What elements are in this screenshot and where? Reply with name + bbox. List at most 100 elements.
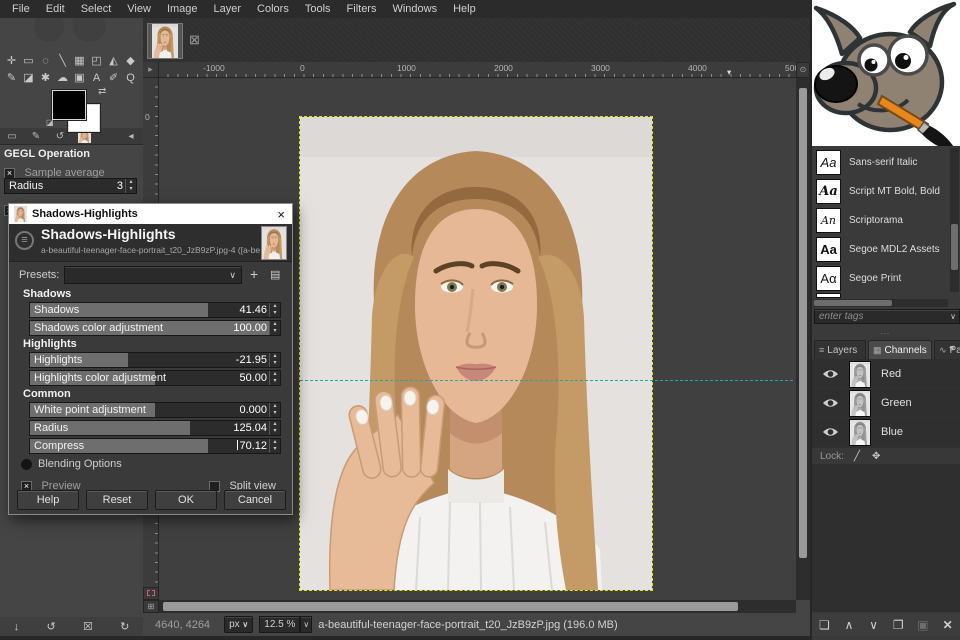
lower-channel-icon[interactable]: ∨ — [862, 618, 886, 632]
channel-to-selection-icon[interactable]: ▣ — [911, 618, 935, 632]
zoom-fit-button[interactable]: ⊙ — [796, 62, 810, 78]
canvas-image[interactable] — [300, 117, 652, 590]
lock-pixels-icon[interactable]: ╱ — [854, 451, 860, 462]
channel-row-red[interactable]: Red — [812, 360, 960, 389]
close-icon[interactable]: × — [277, 207, 285, 222]
navigation-button[interactable]: ⊞ — [143, 600, 159, 613]
font-list-item[interactable]: An Scriptorama — [814, 206, 950, 235]
font-list-item[interactable]: Aa Segoe MDL2 Assets — [814, 235, 950, 264]
tab-layers[interactable]: ≡ Layers — [814, 340, 866, 359]
horizontal-scrollbar-thumb[interactable] — [163, 602, 738, 611]
menu-image[interactable]: Image — [159, 0, 206, 18]
spinner-arrows[interactable]: ▴▾ — [269, 321, 280, 335]
fonts-vertical-scrollbar[interactable] — [950, 148, 959, 292]
blending-options-expander[interactable]: Blending Options — [21, 458, 122, 470]
menu-help[interactable]: Help — [445, 0, 484, 18]
spinner-arrows[interactable]: ▴▾ — [269, 303, 280, 317]
bucket-fill-tool[interactable]: ◆ — [122, 52, 139, 69]
smudge-tool[interactable]: ☁ — [54, 69, 71, 86]
menu-colors[interactable]: Colors — [249, 0, 297, 18]
shadows-slider[interactable]: Shadows 41.46 ▴▾ — [29, 302, 281, 318]
menu-tools[interactable]: Tools — [297, 0, 339, 18]
compress-slider[interactable]: Compress 70.12 ▴▾ — [29, 438, 281, 454]
horizontal-ruler[interactable]: -1000 0 1000 2000 3000 4000 5000 ▾ — [159, 62, 796, 78]
new-channel-icon[interactable]: ❏ — [812, 618, 836, 632]
clone-tool[interactable]: ▣ — [71, 69, 88, 86]
default-colors-icon[interactable]: ◪ — [46, 118, 54, 127]
paintbrush-tool[interactable]: ✎ — [3, 69, 20, 86]
reset-button[interactable]: Reset — [86, 490, 148, 510]
horizontal-guide[interactable] — [300, 380, 793, 381]
spinner-arrows[interactable]: ▴▾ — [269, 439, 280, 453]
tab-channels[interactable]: ▦ Channels — [868, 340, 932, 359]
duplicate-channel-icon[interactable]: ❐ — [886, 618, 910, 632]
vertical-scrollbar-thumb[interactable] — [799, 88, 807, 558]
airbrush-tool[interactable]: ✱ — [37, 69, 54, 86]
menu-view[interactable]: View — [119, 0, 159, 18]
menu-filters[interactable]: Filters — [339, 0, 385, 18]
font-tags-input[interactable]: enter tags ∨ — [814, 309, 960, 324]
save-preset-plus-icon[interactable]: + — [250, 266, 258, 282]
dock-collapse-icon[interactable]: ◂ — [119, 128, 143, 144]
raise-channel-icon[interactable]: ∧ — [837, 618, 861, 632]
lock-position-icon[interactable]: ✥ — [872, 451, 880, 462]
spinner-arrows[interactable]: ▴▾ — [125, 179, 136, 193]
transform-tool[interactable]: ◰ — [88, 52, 105, 69]
visibility-eye-icon[interactable] — [822, 368, 839, 380]
menu-select[interactable]: Select — [73, 0, 120, 18]
visibility-eye-icon[interactable] — [822, 397, 839, 409]
font-list-item[interactable]: Aa Script MT Bold, Bold — [814, 177, 950, 206]
channel-row-green[interactable]: Green — [812, 389, 960, 418]
quick-mask-button[interactable] — [143, 587, 159, 600]
save-preset-icon[interactable]: ↓ — [14, 621, 20, 633]
shadows-color-adjustment-slider[interactable]: Shadows color adjustment 100.00 ▴▾ — [29, 320, 281, 336]
menu-windows[interactable]: Windows — [384, 0, 445, 18]
device-status-tab[interactable]: ✎ — [24, 128, 48, 144]
spinner-arrows[interactable]: ▴▾ — [269, 371, 280, 385]
reset-defaults-icon[interactable]: ↻ — [120, 620, 129, 633]
swap-colors-icon[interactable]: ⇄ — [98, 86, 106, 97]
white-point-adjustment-slider[interactable]: White point adjustment 0.000 ▴▾ — [29, 402, 281, 418]
spinner-arrows[interactable]: ▴▾ — [269, 403, 280, 417]
highlights-slider[interactable]: Highlights -21.95 ▴▾ — [29, 352, 281, 368]
fonts-vscroll-thumb[interactable] — [951, 224, 958, 270]
spinner-arrows[interactable]: ▴▾ — [269, 421, 280, 435]
horizontal-scrollbar[interactable] — [159, 600, 796, 613]
font-list-item[interactable]: Aα Segoe Print — [814, 264, 950, 293]
tab-paths[interactable]: ∿ Paths — [934, 340, 960, 359]
preset-menu-icon[interactable]: ▤ — [270, 268, 280, 281]
spinner-arrows[interactable]: ▴▾ — [269, 353, 280, 367]
text-tool[interactable]: A — [88, 69, 105, 86]
ok-button[interactable]: OK — [155, 490, 217, 510]
ruler-corner-button[interactable]: ▸ — [143, 62, 159, 78]
paths-tool[interactable]: ╲ — [54, 52, 71, 69]
dock-menu-icon[interactable]: ◂ — [949, 342, 954, 353]
color-picker-tool[interactable]: ✐ — [105, 69, 122, 86]
vertical-scrollbar[interactable] — [796, 78, 810, 600]
delete-preset-icon[interactable]: ☒ — [83, 620, 93, 633]
unit-dropdown[interactable]: px ∨ — [224, 616, 253, 633]
flip-tool[interactable]: ◭ — [105, 52, 122, 69]
visibility-eye-icon[interactable] — [822, 426, 839, 438]
zoom-tool[interactable]: Q — [122, 69, 139, 86]
highlights-color-adjustment-slider[interactable]: Highlights color adjustment 50.00 ▴▾ — [29, 370, 281, 386]
tab-extra-icon[interactable]: ⊠ — [189, 32, 200, 48]
fonts-horizontal-scrollbar[interactable] — [814, 299, 948, 307]
cancel-button[interactable]: Cancel — [224, 490, 286, 510]
menu-file[interactable]: File — [4, 0, 38, 18]
move-tool[interactable]: ✛ — [3, 52, 20, 69]
tool-options-tab[interactable]: ▭ — [0, 128, 24, 144]
dock-drag-handle[interactable]: ⋯ — [812, 328, 960, 339]
radius-slider[interactable]: Radius 125.04 ▴▾ — [29, 420, 281, 436]
gegl-radius-slider[interactable]: Radius 3 ▴▾ — [4, 178, 137, 194]
eraser-tool[interactable]: ◪ — [20, 69, 37, 86]
menu-layer[interactable]: Layer — [206, 0, 250, 18]
crop-tool[interactable]: ▦ — [71, 52, 88, 69]
font-list-item[interactable]: Aa Sans-serif Italic — [814, 148, 950, 177]
image-tab[interactable] — [147, 23, 183, 59]
help-button[interactable]: Help — [17, 490, 79, 510]
foreground-color-swatch[interactable] — [52, 90, 86, 120]
menu-edit[interactable]: Edit — [38, 0, 73, 18]
rectangle-select-tool[interactable]: ▭ — [20, 52, 37, 69]
dialog-titlebar[interactable]: Shadows-Highlights × — [9, 204, 292, 224]
